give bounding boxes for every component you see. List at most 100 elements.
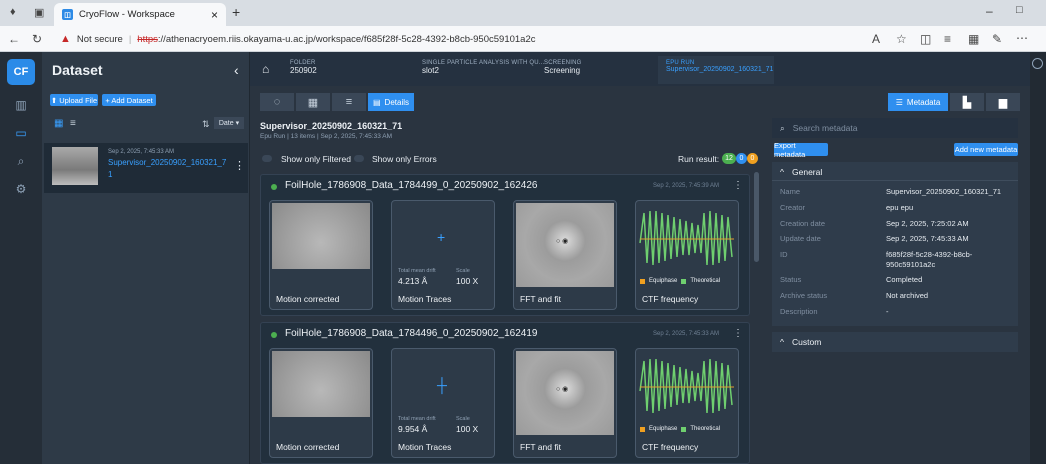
status-dot <box>271 332 277 338</box>
meta-value: Sep 2, 2025, 7:45:33 AM <box>886 234 969 243</box>
item-card[interactable]: FoilHole_1786908_Data_1784499_0_20250902… <box>260 174 750 316</box>
address-bar: ← ↻ ▲ Not secure | https://athenacryoem.… <box>0 26 1046 52</box>
motion-traces-panel[interactable]: ┼ Total mean drift 9.954 Å Scale 100 X M… <box>391 348 495 458</box>
more-icon[interactable]: ⋯ <box>1016 31 1028 45</box>
dataset-menu-icon[interactable]: ⋮ <box>234 159 245 172</box>
profile-icon[interactable]: ♦ <box>10 6 16 18</box>
search-icon: ⌕ <box>780 122 785 133</box>
run-result-label: Run result: <box>678 154 720 164</box>
upload-file-button[interactable]: ⬆ Upload File <box>50 94 98 106</box>
filtered-toggle[interactable] <box>262 155 272 162</box>
add-metadata-button[interactable]: Add new metadata <box>954 143 1018 156</box>
url-field[interactable]: ▲ Not secure | https://athenacryoem.riis… <box>60 30 840 48</box>
meta-value: Not archived <box>886 291 929 300</box>
files-tab[interactable]: ▙ <box>950 93 984 111</box>
sort-icon[interactable]: ⇅ <box>202 119 210 130</box>
back-icon[interactable]: ← <box>8 32 20 46</box>
dataset-list-item[interactable]: Sep 2, 2025, 7:45:33 AM Supervisor_20250… <box>44 143 248 193</box>
general-header[interactable]: ^ General <box>780 167 822 177</box>
status-dot <box>271 184 277 190</box>
fft-panel[interactable]: ○ ◉ FFT and fit <box>513 200 617 310</box>
meta-key: Name <box>780 187 801 196</box>
badge-info: 0 <box>736 153 747 164</box>
ctf-plot <box>638 351 736 425</box>
motion-corrected-panel[interactable]: Motion corrected <box>269 348 373 458</box>
item-card[interactable]: FoilHole_1786908_Data_1784496_0_20250902… <box>260 322 750 464</box>
meta-value: - <box>886 307 889 316</box>
item-date: Sep 2, 2025, 7:45:39 AM <box>653 183 720 189</box>
metadata-tab[interactable]: ☰ Metadata <box>888 93 948 111</box>
details-tab[interactable]: ▤ Details <box>368 93 414 111</box>
minimize-icon[interactable]: – <box>986 4 993 18</box>
dataset-panel: Dataset ‹ ⬆ Upload File + Add Dataset ▦ … <box>42 52 250 464</box>
general-section: ^ General Name Supervisor_20250902_160321… <box>772 162 1018 326</box>
settings-search-icon[interactable]: ⚙ <box>12 182 30 198</box>
motion-traces-panel[interactable]: + Total mean drift 4.213 Å Scale 100 X M… <box>391 200 495 310</box>
add-dataset-button[interactable]: + Add Dataset <box>102 94 156 106</box>
item-title: FoilHole_1786908_Data_1784496_0_20250902… <box>285 328 538 339</box>
search-icon[interactable]: ⌕ <box>12 154 30 170</box>
run-title: Supervisor_20250902_160321_71 <box>260 121 403 131</box>
panel-title: Dataset <box>52 62 103 78</box>
home-icon[interactable]: ⌂ <box>262 62 269 76</box>
breadcrumb-project[interactable]: SINGLE PARTICLE ANALYSIS WITH QU... slot… <box>422 60 544 75</box>
refresh-icon[interactable]: ↻ <box>32 32 42 46</box>
list-view-icon[interactable]: ≡ <box>70 118 76 129</box>
fft-panel[interactable]: ○ ◉ FFT and fit <box>513 348 617 458</box>
favicon-icon: ◫ <box>62 9 73 20</box>
view-list-toggle[interactable]: ≡ <box>332 93 366 111</box>
center-scrollbar[interactable] <box>754 172 759 262</box>
badge-warning: 0 <box>747 153 758 164</box>
grid-icon: ▦ <box>307 96 319 109</box>
sort-select-value: Date <box>218 119 234 127</box>
motion-corrected-panel[interactable]: Motion corrected <box>269 200 373 310</box>
meta-key: Creator <box>780 203 806 212</box>
analytics-icon[interactable]: ▥ <box>12 98 30 114</box>
favorite-icon[interactable]: ☆ <box>896 32 907 46</box>
search-input[interactable]: Search metadata <box>793 123 858 133</box>
fft-rings: ○ ◉ <box>556 386 569 393</box>
folder-icon[interactable]: ▭ <box>12 126 30 142</box>
app-logo[interactable]: CF <box>7 59 35 85</box>
breadcrumb-folder[interactable]: FOLDER 250902 <box>290 60 317 75</box>
badge-success: 12 <box>722 153 736 164</box>
extensions-icon[interactable]: ✎ <box>992 32 1002 46</box>
item-menu-icon[interactable]: ⋮ <box>733 180 743 191</box>
meta-value: Supervisor_20250902_160321_71 <box>886 187 1002 196</box>
dataset-thumbnail <box>52 147 98 185</box>
errors-toggle[interactable] <box>354 155 364 162</box>
fft-image <box>516 351 614 435</box>
ctf-panel[interactable]: Equiphase Theoretical CTF frequency <box>635 348 739 458</box>
file-icon: ▙ <box>962 96 972 109</box>
close-tab-icon[interactable]: × <box>211 8 218 22</box>
search-field[interactable]: ⌕ Search metadata <box>772 118 1018 138</box>
new-tab-button[interactable]: + <box>232 4 240 20</box>
meta-key: Description <box>780 307 818 316</box>
settings-icon[interactable] <box>1032 58 1043 69</box>
warning-icon: ▲ <box>60 33 71 45</box>
maximize-icon[interactable]: □ <box>1016 4 1023 16</box>
custom-section-header[interactable]: ^ Custom <box>772 332 1018 352</box>
filtered-label: Show only Filtered <box>281 154 351 164</box>
breadcrumb-epu-run[interactable]: EPU RUN Supervisor_20250902_160321_71 <box>658 56 774 84</box>
stats-tab[interactable]: ▆ <box>986 93 1020 111</box>
export-metadata-button[interactable]: Export metadata <box>774 141 828 159</box>
not-secure-label: Not secure <box>76 33 123 45</box>
breadcrumb-screening[interactable]: SCREENING Screening <box>544 60 581 75</box>
split-screen-icon[interactable]: ◫ <box>920 32 931 46</box>
item-menu-icon[interactable]: ⋮ <box>733 328 743 339</box>
sort-select[interactable]: Date ▾ <box>214 117 244 129</box>
browser-tab[interactable]: ◫ CryoFlow - Workspace × <box>54 3 226 26</box>
view-camera-toggle[interactable]: ◌ <box>260 93 294 111</box>
grid-view-icon[interactable]: ▦ <box>54 118 63 129</box>
list-icon: ☰ <box>895 97 903 107</box>
favorites-bar-icon[interactable]: ≡ <box>944 32 951 46</box>
ctf-panel[interactable]: Equiphase Theoretical CTF frequency <box>635 200 739 310</box>
meta-value: Sep 2, 2025, 7:25:02 AM <box>886 219 969 228</box>
view-grid-toggle[interactable]: ▦ <box>296 93 330 111</box>
tab-actions-icon[interactable]: ▣ <box>34 6 44 19</box>
collections-icon[interactable]: ▦ <box>968 32 979 46</box>
read-aloud-icon[interactable]: A <box>872 32 880 46</box>
collapse-panel-icon[interactable]: ‹ <box>234 62 239 78</box>
dataset-name[interactable]: Supervisor_20250902_160321_7 <box>108 158 226 167</box>
